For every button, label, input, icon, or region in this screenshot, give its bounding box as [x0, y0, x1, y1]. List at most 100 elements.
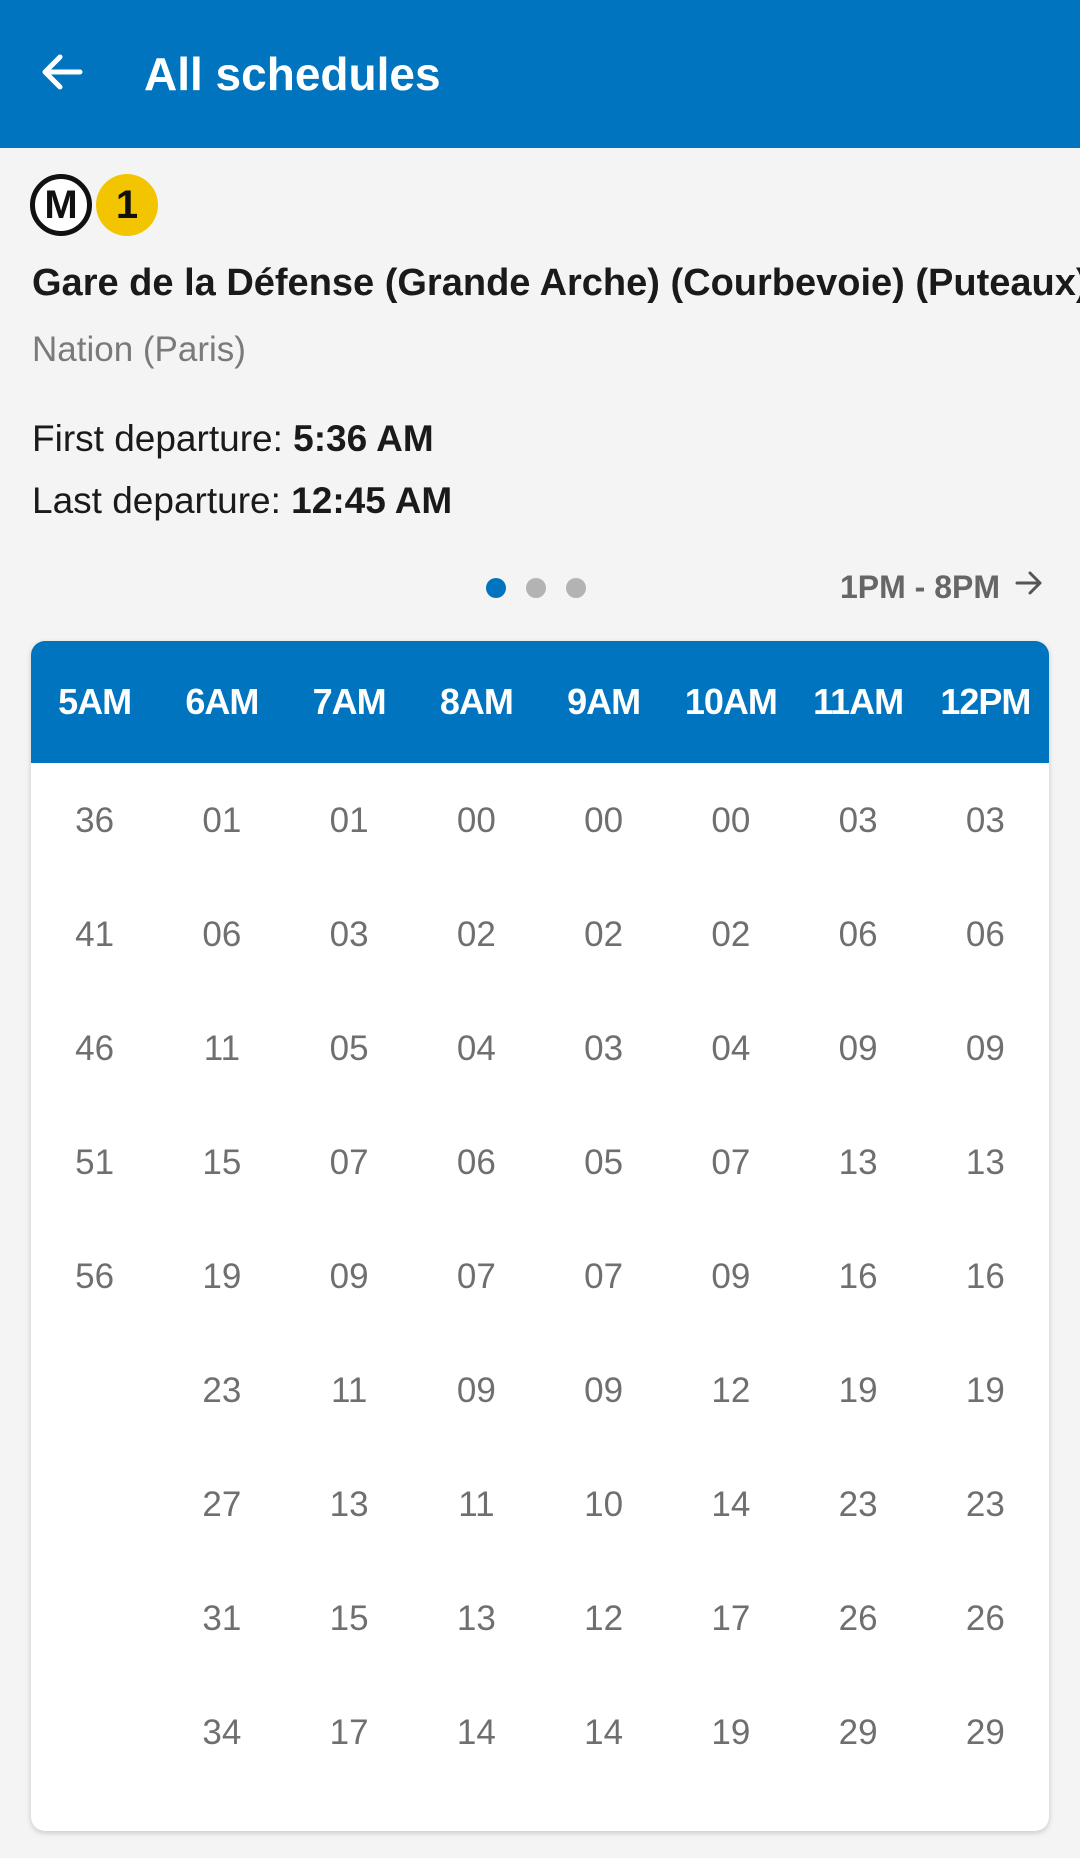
departure-minute: 51	[75, 1143, 115, 1182]
hours-header: 5AM 6AM 7AM 8AM 9AM 10AM 11AM 12PM	[31, 641, 1049, 763]
departure-minute: 31	[202, 1599, 242, 1638]
next-range-button[interactable]: 1PM - 8PM	[840, 568, 1044, 606]
departure-minute: 06	[965, 915, 1005, 954]
departure-minute: 12	[711, 1371, 751, 1410]
first-departure: First departure: 5:36 AM	[32, 418, 434, 460]
departure-minute: 07	[584, 1257, 624, 1296]
hour-column: 03 06 09 13 16 19 23 26 29	[922, 763, 1049, 1789]
departure-minute: 13	[456, 1599, 496, 1638]
departure-minute: 46	[75, 1029, 115, 1068]
departure-minute: 06	[202, 915, 242, 954]
departure-minute: 29	[965, 1713, 1005, 1752]
departure-minute: 17	[711, 1599, 751, 1638]
direction-name: Nation (Paris)	[32, 330, 246, 369]
departure-minute: 13	[329, 1485, 369, 1524]
hour-header-cell: 10AM	[684, 681, 778, 722]
departure-minute: 00	[584, 801, 624, 840]
departure-minute: 03	[838, 801, 878, 840]
metro-mode-icon: M	[30, 174, 92, 236]
next-range-label: 1PM - 8PM	[839, 568, 1000, 605]
hour-header-cell: 11AM	[813, 681, 904, 722]
departure-minute: 10	[584, 1485, 624, 1524]
hour-column: 00 02 04 07 09 12 14 17 19	[667, 763, 794, 1789]
back-button[interactable]	[22, 30, 102, 118]
departure-minute: 03	[329, 915, 369, 954]
line-badges: M 1	[30, 174, 158, 236]
hour-header-cell: 12PM	[940, 681, 1031, 722]
hour-column: 01 03 05 07 09 11 13 15 17	[286, 763, 413, 1789]
departure-minute: 19	[202, 1257, 242, 1296]
departure-minute: 09	[711, 1257, 751, 1296]
departure-minute: 19	[838, 1371, 878, 1410]
departure-minute: 07	[456, 1257, 496, 1296]
page-dot[interactable]	[566, 578, 586, 598]
page-dot[interactable]	[486, 578, 506, 598]
departure-minute: 34	[202, 1713, 242, 1752]
departure-minute: 41	[75, 915, 115, 954]
departure-minute: 09	[329, 1257, 369, 1296]
departure-minute: 09	[456, 1371, 496, 1410]
departure-minute: 12	[584, 1599, 624, 1638]
departure-minute: 04	[711, 1029, 751, 1068]
hour-header-cell: 8AM	[439, 681, 514, 722]
departure-minute: 05	[584, 1143, 624, 1182]
page-dot[interactable]	[526, 578, 546, 598]
departure-minute: 16	[838, 1257, 878, 1296]
departure-minute: 07	[329, 1143, 369, 1182]
page-title: All schedules	[144, 48, 441, 100]
page-indicator[interactable]	[486, 578, 606, 598]
last-departure-value: 12:45 AM	[291, 480, 453, 521]
hour-header-cell: 7AM	[312, 681, 387, 722]
departure-minute: 02	[584, 915, 624, 954]
departure-minute: 56	[75, 1257, 115, 1296]
departure-minute: 05	[329, 1029, 369, 1068]
last-departure: Last departure: 12:45 AM	[32, 480, 452, 522]
schedule-table: 5AM 6AM 7AM 8AM 9AM 10AM 11AM 12PM 36 41 46 51 56 01…	[31, 641, 1049, 1831]
arrow-left-icon	[38, 48, 86, 101]
departure-minute: 26	[838, 1599, 878, 1638]
hour-column: 36 41 46 51 56	[31, 763, 158, 1789]
departure-minute: 19	[965, 1371, 1005, 1410]
departure-minute: 09	[838, 1029, 878, 1068]
departure-minute: 15	[202, 1143, 242, 1182]
first-departure-value: 5:36 AM	[293, 418, 434, 459]
arrow-right-icon	[1000, 568, 1044, 606]
departure-minute: 09	[584, 1371, 624, 1410]
departure-minute: 06	[838, 915, 878, 954]
departure-minute: 17	[329, 1713, 369, 1752]
departure-minute: 06	[456, 1143, 496, 1182]
departure-minute: 11	[330, 1371, 368, 1410]
minutes-grid: 36 41 46 51 56 01 06 11 15 19 23 27 31 34 01 03 05 07 09 11…	[31, 763, 1049, 1789]
departure-minute: 19	[711, 1713, 751, 1752]
line-number-badge: 1	[96, 174, 158, 236]
departure-minute: 02	[711, 915, 751, 954]
departure-minute: 03	[965, 801, 1005, 840]
hour-header-cell: 5AM	[58, 681, 132, 722]
station-name: Gare de la Défense (Grande Arche) (Courb…	[32, 262, 1080, 304]
departure-minute: 29	[838, 1713, 878, 1752]
departure-minute: 23	[965, 1485, 1005, 1524]
hour-column: 00 02 03 05 07 09 10 12 14	[540, 763, 667, 1789]
departure-minute: 26	[965, 1599, 1005, 1638]
departure-minute: 15	[329, 1599, 369, 1638]
app-bar: All schedules	[0, 0, 1080, 148]
departure-minute: 04	[456, 1029, 496, 1068]
last-departure-label: Last departure:	[32, 480, 281, 521]
hour-column: 00 02 04 06 07 09 11 13 14	[413, 763, 540, 1789]
departure-minute: 16	[965, 1257, 1005, 1296]
departure-minute: 11	[458, 1485, 495, 1524]
departure-minute: 23	[202, 1371, 242, 1410]
departure-minute: 14	[456, 1713, 496, 1752]
departure-minute: 13	[838, 1143, 878, 1182]
hour-header-cell: 6AM	[185, 681, 259, 722]
departure-minute: 00	[456, 801, 496, 840]
departure-minute: 36	[75, 801, 115, 840]
hour-column: 03 06 09 13 16 19 23 26 29	[795, 763, 922, 1789]
departure-minute: 14	[584, 1713, 624, 1752]
departure-minute: 14	[711, 1485, 751, 1524]
departure-minute: 23	[838, 1485, 878, 1524]
departure-minute: 02	[456, 915, 496, 954]
hour-header-cell: 9AM	[567, 681, 641, 722]
departure-minute: 11	[203, 1029, 241, 1068]
departure-minute: 00	[711, 801, 751, 840]
